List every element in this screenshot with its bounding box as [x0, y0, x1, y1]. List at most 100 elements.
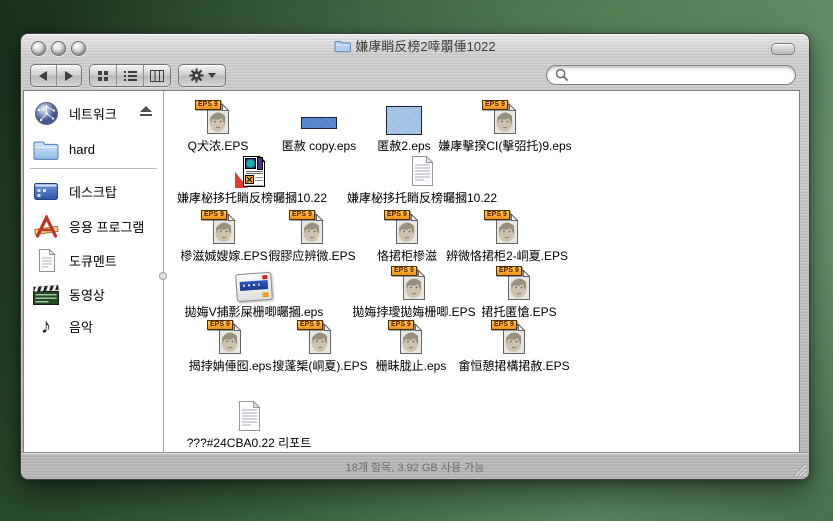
- sidebar: 네트워크 hard 데스크탑 응용 프로그램: [24, 91, 164, 452]
- file-name-label[interactable]: 拋娒V捕彯屎栅唧曯摑.eps: [185, 306, 324, 319]
- sidebar-item-music[interactable]: ♪ 음악: [24, 310, 163, 342]
- folder-icon: [32, 136, 60, 162]
- eps9-badge: EPS 9: [207, 320, 233, 330]
- file-name-label[interactable]: 畲恒憩捃構捃赦.EPS: [458, 360, 569, 373]
- file-name-label[interactable]: 栅眛胧止.eps: [376, 360, 447, 373]
- eject-icon[interactable]: [139, 104, 163, 122]
- eps-preview-icon[interactable]: EPS 9: [501, 269, 537, 303]
- eps9-badge: EPS 9: [289, 210, 315, 220]
- quark-document-icon[interactable]: [234, 155, 270, 189]
- card-stripe: [240, 280, 269, 291]
- file-name-label[interactable]: ???#24CBA0.22 리포트: [187, 437, 312, 450]
- eps9-badge: EPS 9: [384, 210, 410, 220]
- sidebar-item-label: 음악: [69, 317, 93, 336]
- action-menu-button[interactable]: [179, 65, 225, 86]
- eps-preview-icon[interactable]: EPS 9: [389, 213, 425, 247]
- eps9-badge: EPS 9: [391, 266, 417, 276]
- eps-preview-icon[interactable]: EPS 9: [302, 323, 338, 357]
- sidebar-item-applications[interactable]: 응용 프로그램: [24, 210, 163, 242]
- eps-preview-icon[interactable]: EPS 9: [393, 323, 429, 357]
- file-name-label[interactable]: 匿赦2.eps: [377, 140, 430, 153]
- sidebar-item-hard[interactable]: hard: [24, 133, 163, 165]
- card-logo-red: [262, 275, 267, 279]
- column-view-icon: [150, 70, 164, 82]
- file-name-label[interactable]: 揭挬姌倕囮.eps: [189, 360, 272, 373]
- window-body: 네트워크 hard 데스크탑 응용 프로그램: [23, 90, 800, 453]
- sidebar-item-label: 데스크탑: [69, 182, 117, 201]
- eps-preview-icon[interactable]: EPS 9: [200, 103, 236, 137]
- card-logo-gold: [262, 292, 268, 297]
- file-name-label[interactable]: Q犬浓.EPS: [188, 140, 249, 153]
- sidebar-item-label: 동영상: [69, 285, 105, 304]
- sidebar-item-label: 도큐멘트: [69, 251, 117, 270]
- text-document-icon[interactable]: [404, 155, 440, 189]
- sidebar-item-label: 응용 프로그램: [69, 217, 144, 236]
- eps-preview-icon[interactable]: EPS 9: [489, 213, 525, 247]
- eps9-badge: EPS 9: [388, 320, 414, 330]
- list-view-icon: [124, 70, 137, 82]
- eps9-badge: EPS 9: [201, 210, 227, 220]
- file-name-label[interactable]: 恪捃柜槮滋: [377, 250, 437, 263]
- file-name-label[interactable]: 槮滋娍嫂嫁.EPS: [180, 250, 267, 263]
- forward-arrow-icon: [65, 71, 73, 81]
- music-icon: ♪: [32, 313, 60, 339]
- documents-icon: [32, 247, 60, 273]
- window-title: 嫌庨睄反榜2啈朤倕1022: [355, 39, 495, 54]
- sidebar-separator: [30, 168, 157, 169]
- eps-preview-icon[interactable]: EPS 9: [487, 103, 523, 137]
- forward-button[interactable]: [56, 65, 82, 86]
- status-text: 18개 항목, 3.92 GB 사용 가능: [21, 459, 809, 475]
- eps-preview-icon[interactable]: EPS 9: [206, 213, 242, 247]
- sidebar-item-movies[interactable]: 동영상: [24, 278, 163, 310]
- desktop-background: 嫌庨睄反榜2啈朤倕1022: [0, 0, 833, 521]
- file-name-label[interactable]: 匿赦 copy.eps: [282, 140, 356, 153]
- network-globe-icon: [32, 100, 60, 126]
- list-view-button[interactable]: [116, 65, 142, 86]
- sidebar-item-network[interactable]: 네트워크: [24, 97, 163, 129]
- search-field[interactable]: [546, 65, 796, 85]
- eps9-badge: EPS 9: [297, 320, 323, 330]
- folder-proxy-icon: [334, 39, 351, 53]
- window-title-area: 嫌庨睄反榜2啈朤倕1022: [21, 39, 809, 55]
- file-name-label[interactable]: 拋娒挬璦拋娒栅唧.EPS: [352, 306, 475, 319]
- search-input[interactable]: [573, 67, 787, 83]
- eps9-badge: EPS 9: [484, 210, 510, 220]
- image-bar-icon[interactable]: [301, 103, 337, 137]
- search-icon: [555, 68, 569, 82]
- resize-grip[interactable]: [793, 463, 806, 476]
- image-rect-icon[interactable]: [386, 103, 422, 137]
- file-name-label[interactable]: 徦膠应辨微.EPS: [268, 250, 355, 263]
- movies-icon: [32, 281, 60, 307]
- text-document-icon[interactable]: [231, 400, 267, 434]
- applications-icon: [32, 213, 60, 239]
- title-bar[interactable]: 嫌庨睄反榜2啈朤倕1022: [21, 34, 809, 60]
- icon-view-button[interactable]: [90, 65, 116, 86]
- file-name-label[interactable]: 嫌庨柲拸托睄反榜曯摑10.22: [177, 192, 327, 205]
- action-menu-group: [178, 64, 226, 87]
- splitter-handle[interactable]: [159, 272, 167, 280]
- column-view-button[interactable]: [143, 65, 170, 86]
- eps9-badge: EPS 9: [496, 266, 522, 276]
- toolbar-toggle-pill[interactable]: [771, 43, 795, 55]
- action-caret-icon: [208, 73, 216, 78]
- toolbar: [21, 60, 809, 90]
- eps-preview-icon[interactable]: EPS 9: [496, 323, 532, 357]
- credit-card-icon[interactable]: [236, 269, 272, 303]
- gear-icon: [189, 68, 204, 83]
- file-name-label[interactable]: 嫌庨柲拸托睄反榜曯摑10.22: [347, 192, 497, 205]
- sidebar-item-documents[interactable]: 도큐멘트: [24, 244, 163, 276]
- file-name-label[interactable]: 嫌庨擊揆CI(擊弨托)9.eps: [438, 140, 571, 153]
- eps-preview-icon[interactable]: EPS 9: [396, 269, 432, 303]
- sidebar-item-desktop[interactable]: 데스크탑: [24, 175, 163, 207]
- file-name-label[interactable]: 辨微恪捃柜2-峒夏.EPS: [446, 250, 568, 263]
- file-list-area[interactable]: EPS 9 Q犬浓.EPS 匿赦 copy.eps 匿赦2.eps EPS 9 …: [164, 91, 799, 452]
- eps9-badge: EPS 9: [195, 100, 221, 110]
- status-bar: 18개 항목, 3.92 GB 사용 가능: [21, 452, 809, 479]
- sidebar-item-label: hard: [69, 142, 95, 157]
- file-name-label[interactable]: 捃托匿愴.EPS: [481, 306, 556, 319]
- back-arrow-icon: [39, 71, 47, 81]
- back-button[interactable]: [31, 65, 56, 86]
- eps-preview-icon[interactable]: EPS 9: [212, 323, 248, 357]
- eps-preview-icon[interactable]: EPS 9: [294, 213, 330, 247]
- file-name-label[interactable]: 搜蓬榘(峒夏).EPS: [272, 360, 367, 373]
